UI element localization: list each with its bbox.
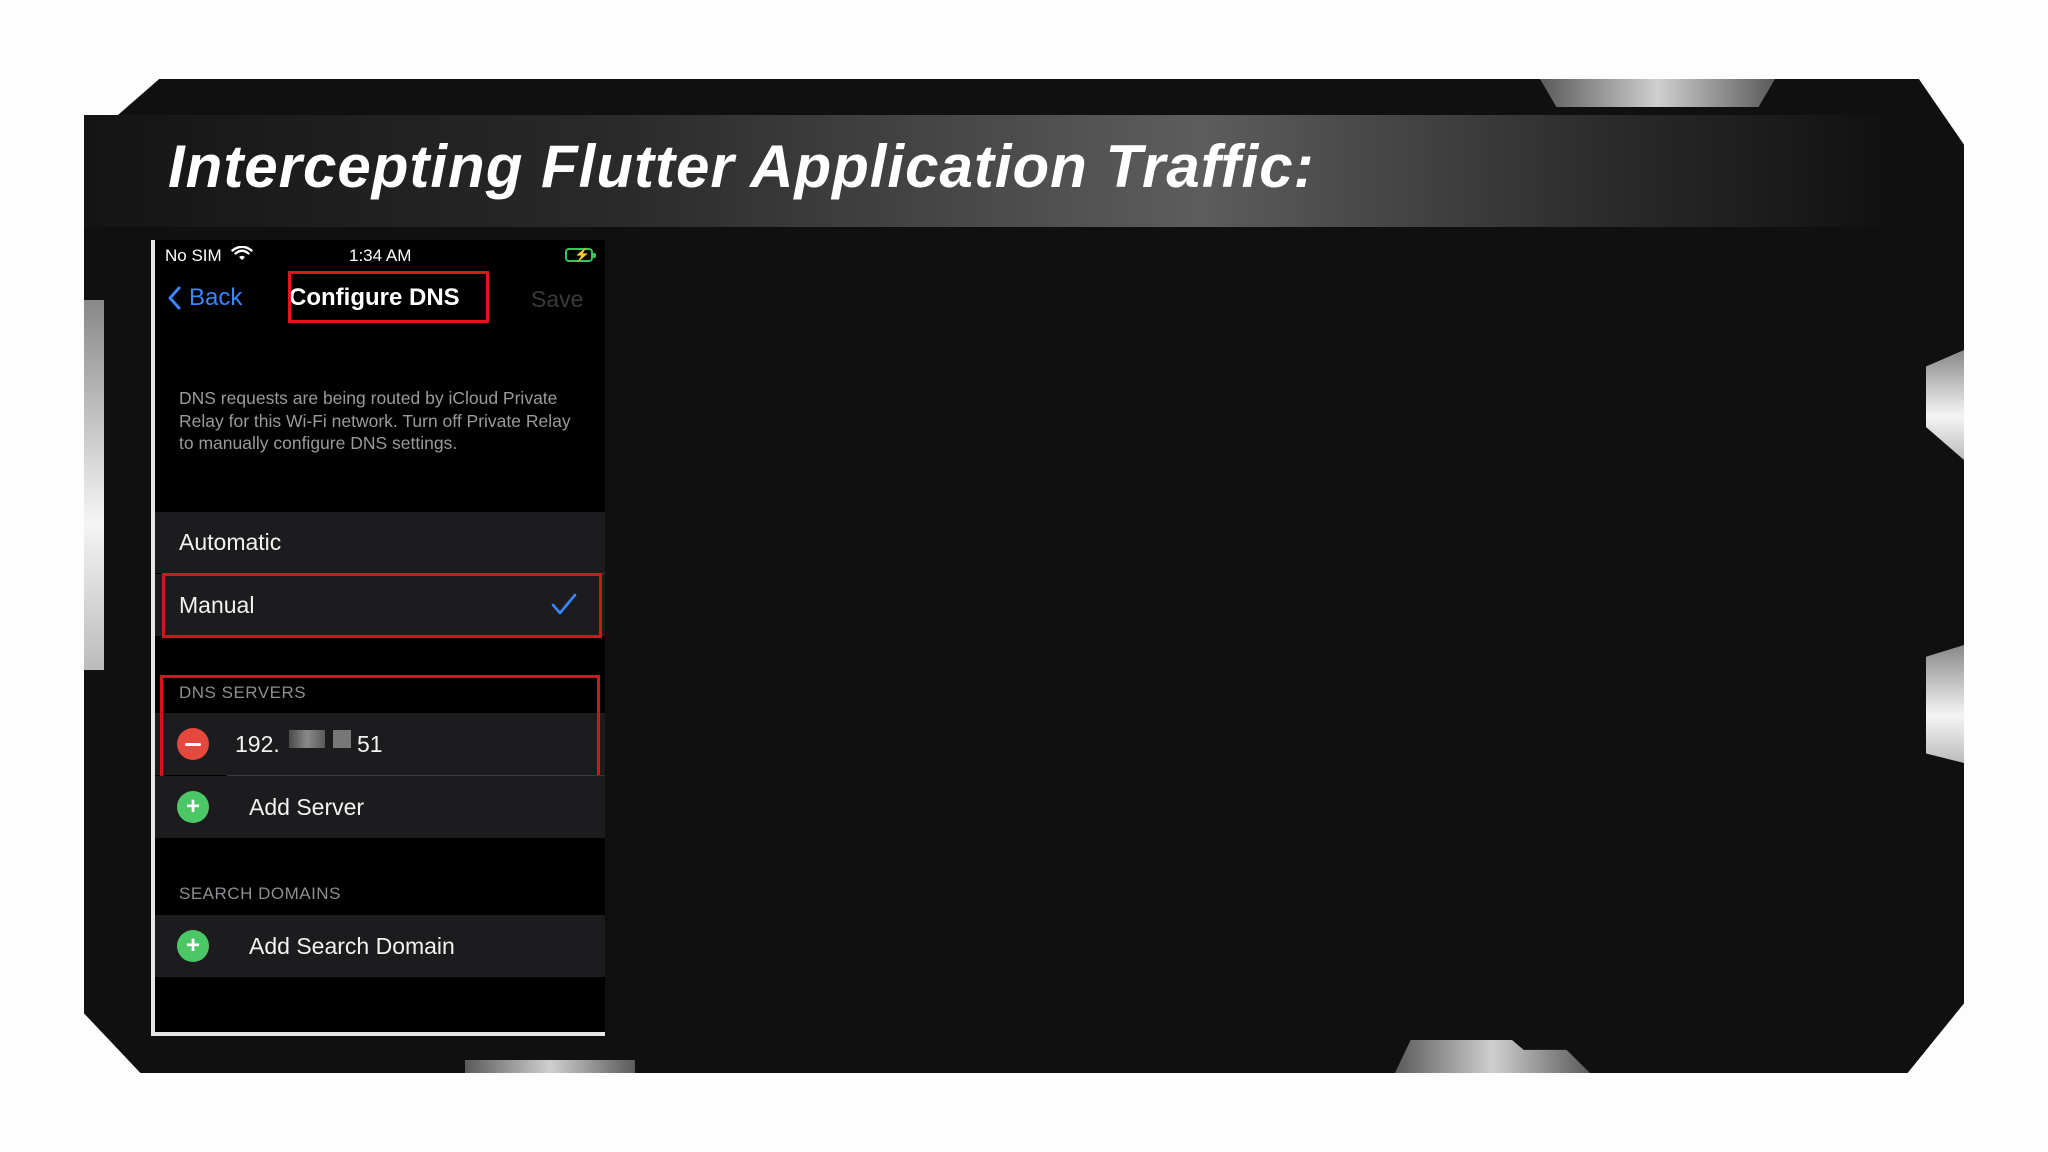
slide-title: Intercepting Flutter Application Traffic…: [168, 133, 1315, 200]
phone-screenshot: No SIM 1:34 AM ⚡ Back Configure DNS Save…: [151, 240, 605, 1036]
dns-mode-automatic[interactable]: Automatic: [155, 512, 605, 573]
chevron-left-icon: [168, 286, 181, 310]
back-button[interactable]: Back: [167, 284, 242, 312]
battery-icon: ⚡: [565, 247, 596, 262]
add-search-domain-label: Add Search Domain: [249, 932, 455, 959]
bottom-left-accent-bar: [465, 1060, 635, 1073]
search-domains-header: SEARCH DOMAINS: [179, 884, 341, 903]
top-accent-bar: [1540, 79, 1775, 107]
title-highlight-box: [288, 271, 489, 323]
manual-highlight-box: [162, 573, 602, 638]
save-button[interactable]: Save: [531, 286, 583, 313]
add-search-domain-row[interactable]: + Add Search Domain: [155, 915, 605, 977]
carrier-label: No SIM: [165, 246, 222, 265]
left-side-bar: [84, 300, 104, 670]
private-relay-note: DNS requests are being routed by iCloud …: [179, 388, 571, 453]
dns-servers-highlight-box: [160, 675, 600, 783]
clock-label: 1:34 AM: [349, 246, 412, 265]
add-server-label: Add Server: [249, 793, 365, 820]
add-icon: +: [177, 930, 209, 962]
automatic-label: Automatic: [179, 529, 282, 555]
back-label: Back: [189, 284, 243, 311]
add-icon: +: [177, 791, 209, 823]
right-side-bar-lower: [1926, 645, 1964, 763]
add-server-row[interactable]: + Add Server: [155, 776, 605, 838]
wifi-icon: [231, 246, 253, 260]
